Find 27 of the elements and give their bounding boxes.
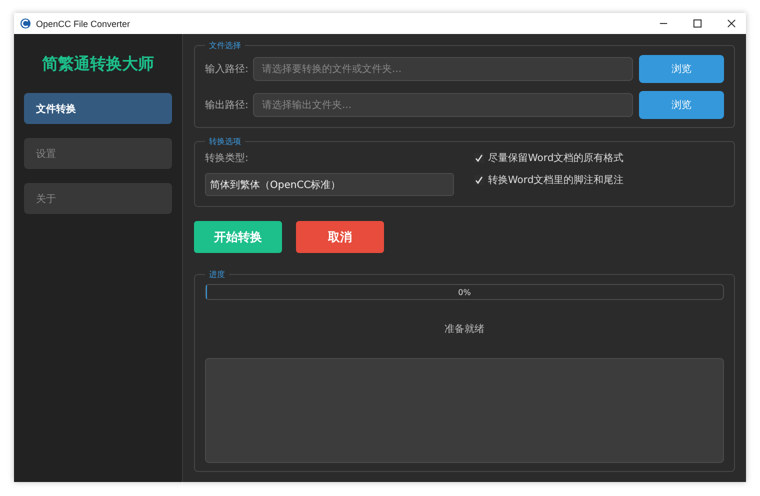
- browse-button[interactable]: 浏览: [639, 91, 724, 119]
- path-field[interactable]: 请选择要转换的文件或文件夹...: [253, 57, 633, 81]
- progress-reading: 0%: [458, 288, 471, 296]
- close-icon[interactable]: [727, 19, 736, 28]
- start-button[interactable]: 开始转换: [194, 221, 282, 253]
- sidebar-item[interactable]: 设置: [24, 138, 172, 169]
- app-icon: [20, 18, 31, 29]
- checkbox-label: 转换Word文档里的脚注和尾注: [488, 174, 624, 187]
- maximize-icon[interactable]: [693, 19, 702, 28]
- window-title: OpenCC File Converter: [36, 18, 130, 28]
- checkbox[interactable]: [474, 175, 484, 185]
- section-title: 进度: [208, 269, 226, 280]
- conversion-type-dropdown[interactable]: 简体到繁体（OpenCC标准）: [205, 173, 454, 196]
- field-label: 输入路径:: [205, 62, 247, 76]
- field-label: 输出路径:: [205, 98, 247, 112]
- checkbox-label: 尽量保留Word文档的原有格式: [488, 152, 624, 165]
- path-field[interactable]: 请选择输出文件夹...: [253, 93, 633, 117]
- status-text: 准备就绪: [444, 322, 486, 337]
- sidebar-item[interactable]: 文件转换: [24, 93, 172, 124]
- section-title: 转换选项: [208, 136, 242, 147]
- app-title: 简繁通转换大师: [41, 54, 155, 75]
- browse-button[interactable]: 浏览: [639, 55, 724, 83]
- sidebar-item[interactable]: 关于: [24, 183, 172, 214]
- cancel-button[interactable]: 取消: [296, 221, 384, 253]
- checkbox[interactable]: [474, 153, 484, 163]
- section-title: 文件选择: [208, 40, 242, 51]
- field-label: 转换类型:: [205, 152, 247, 165]
